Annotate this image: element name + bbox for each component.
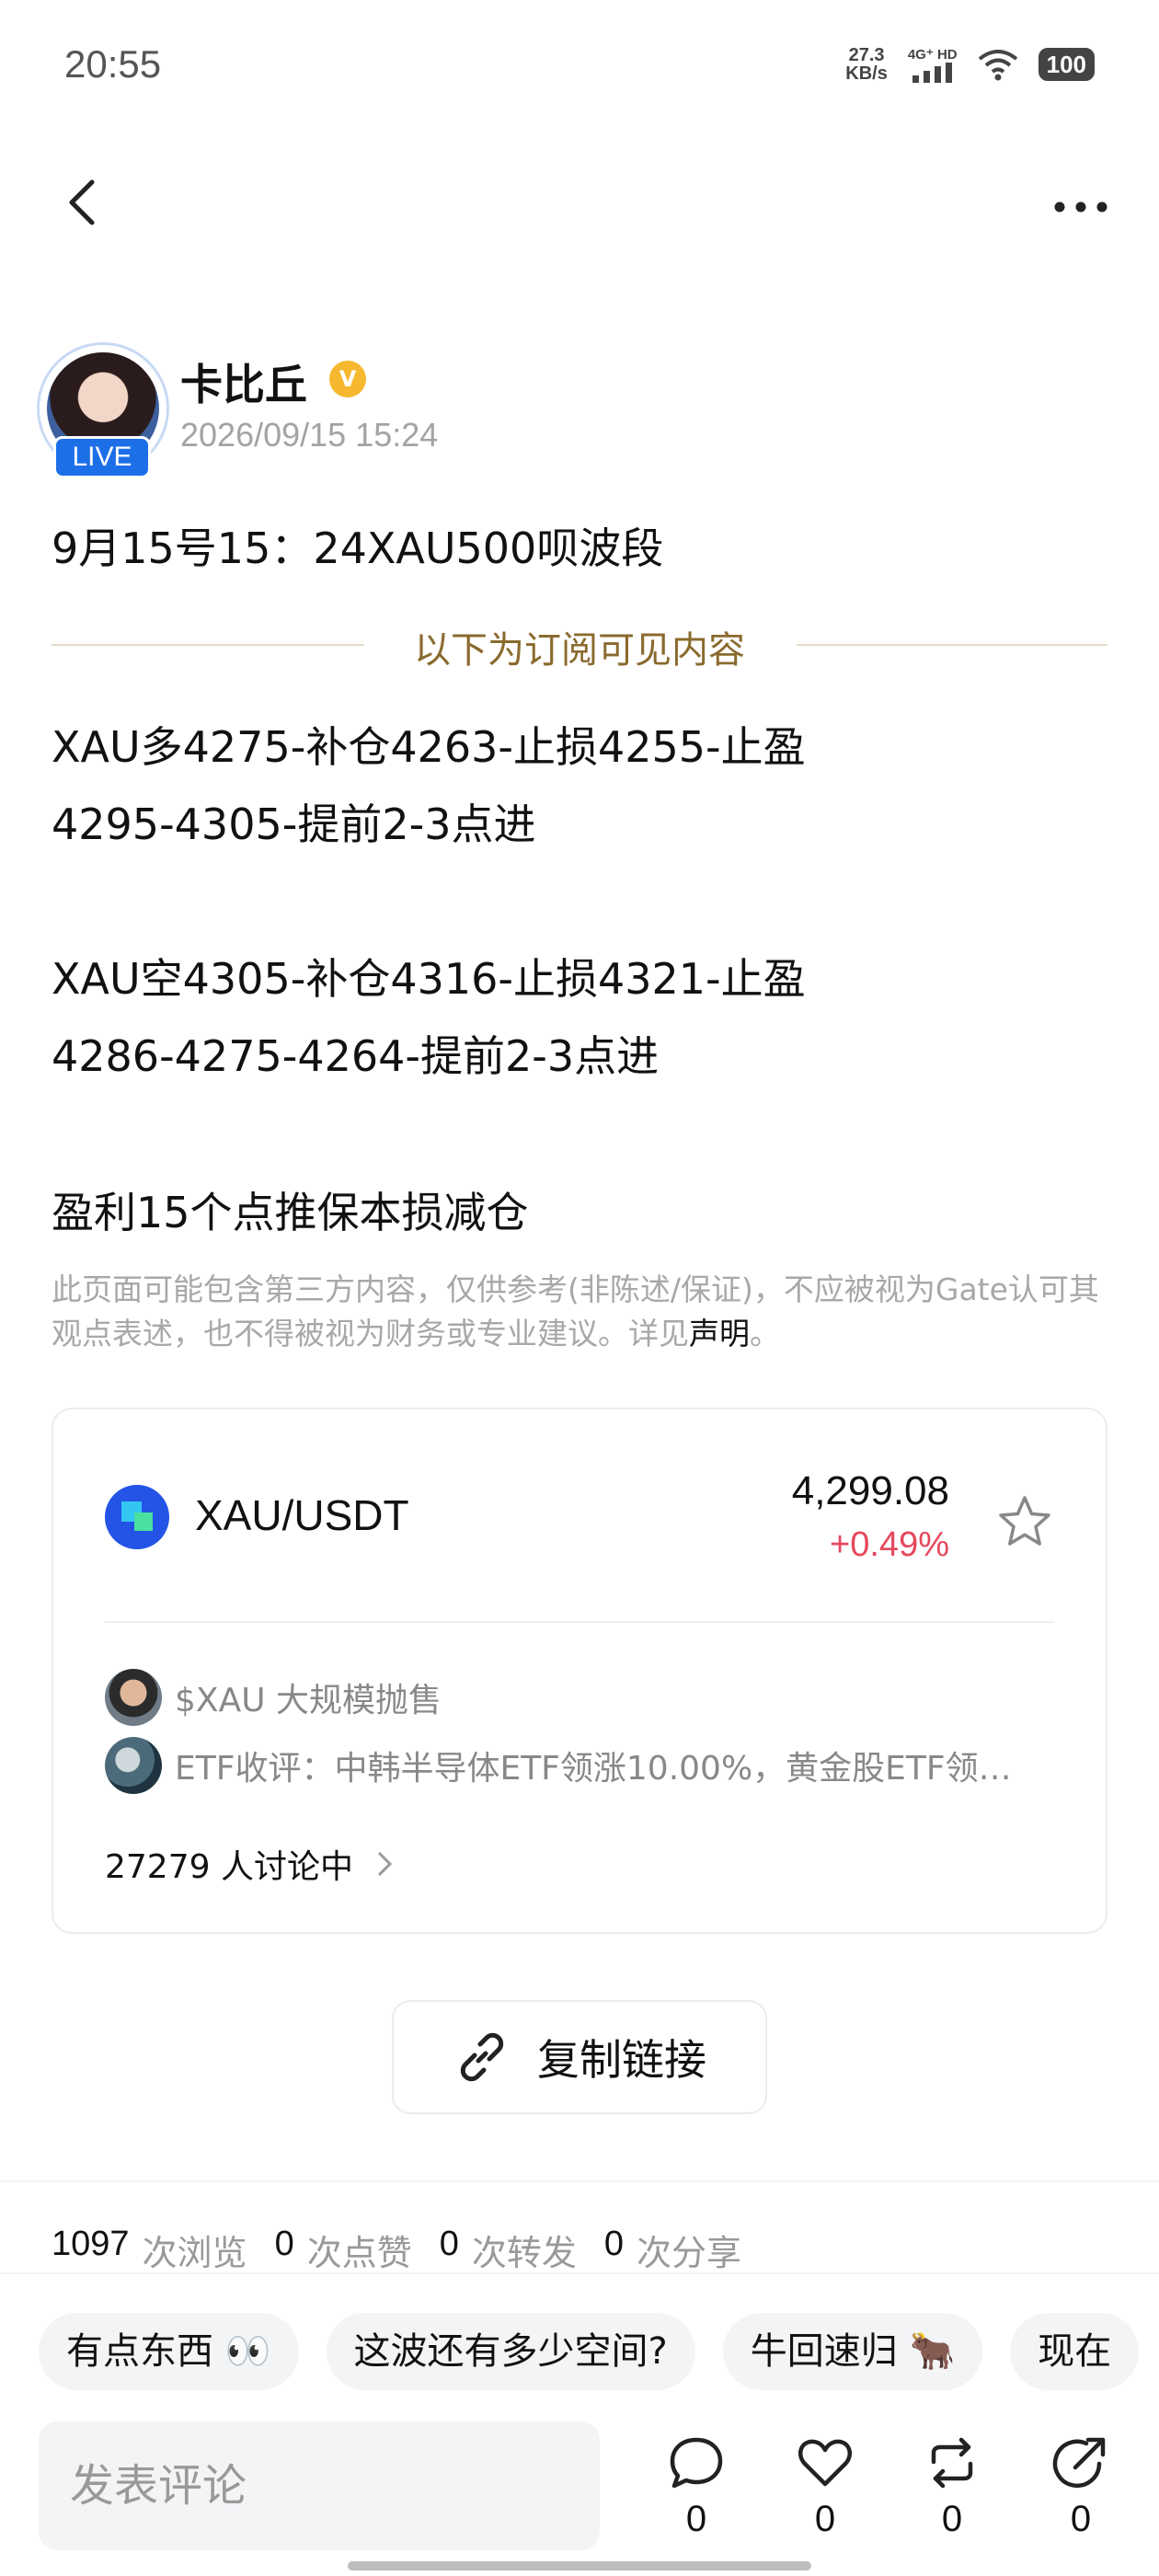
card-divider	[105, 1621, 1054, 1623]
content-line: 4295-4305-提前2-3点进	[52, 799, 536, 849]
pair-price: 4,299.08	[791, 1468, 949, 1513]
quick-reply-chip[interactable]: 现在	[1010, 2313, 1140, 2390]
back-arrow-icon[interactable]	[55, 175, 110, 230]
like-button[interactable]: 0	[784, 2434, 866, 2540]
comment-button[interactable]: 0	[655, 2434, 738, 2540]
views-label: 次浏览	[142, 2233, 247, 2273]
copy-link-label: 复制链接	[537, 2035, 706, 2085]
quick-reply-chip[interactable]: 有点东西 👀	[39, 2313, 299, 2390]
news-author-avatar	[105, 1669, 162, 1726]
likes-label: 次点赞	[306, 2233, 412, 2273]
views-count: 1097	[52, 2225, 130, 2263]
repost-icon	[931, 2437, 973, 2489]
disclaimer: 此页面可能包含第三方内容，仅供参考(非陈述/保证)，不应被视为Gate认可其观点…	[52, 1268, 1109, 1356]
post-stats: 1097 次浏览 0 次点赞 0 次转发 0 次分享	[52, 2225, 769, 2275]
home-indicator[interactable]	[348, 2561, 811, 2570]
signal-indicator: 4G⁺ HD	[908, 46, 958, 83]
disclaimer-end: 。	[750, 1316, 780, 1351]
discussion-count: 27279 人讨论中	[105, 1848, 353, 1886]
content-line: 4286-4275-4264-提前2-3点进	[52, 1031, 660, 1081]
chevron-right-icon	[377, 1851, 393, 1877]
shares-count: 0	[603, 2225, 625, 2263]
heart-icon	[798, 2439, 853, 2487]
content-line: XAU多4275-补仓4263-止损4255-止盈	[52, 722, 806, 772]
section-divider	[0, 2272, 1159, 2274]
repost-count: 0	[941, 2499, 963, 2539]
verified-badge-icon: V	[329, 361, 366, 397]
author-name[interactable]: 卡比丘	[180, 351, 307, 412]
content-line: XAU空4305-补仓4316-止损4321-止盈	[52, 954, 806, 1004]
live-badge[interactable]: LIVE	[53, 436, 151, 478]
disclaimer-link[interactable]: 声明	[689, 1316, 750, 1351]
copy-link-button[interactable]: 复制链接	[392, 2000, 767, 2114]
reposts-count: 0	[439, 2225, 459, 2263]
news-title: $XAU 大规模抛售	[175, 1682, 442, 1719]
status-icons: 27.3 KB/s 4G⁺ HD 100	[845, 46, 1095, 83]
network-speed-value: 27.3	[848, 45, 885, 65]
status-time: 20:55	[64, 42, 162, 86]
more-options-icon[interactable]	[1049, 184, 1113, 230]
xau-coin-icon	[105, 1485, 169, 1549]
share-count: 0	[1070, 2499, 1092, 2539]
post-timestamp: 2026/09/15 15:24	[180, 416, 439, 454]
wifi-icon	[978, 50, 1017, 81]
repost-button[interactable]: 0	[911, 2434, 993, 2540]
network-speed: 27.3 KB/s	[845, 46, 888, 83]
section-divider	[0, 2180, 1159, 2182]
link-icon	[460, 2032, 504, 2082]
pair-change: +0.49%	[830, 1525, 949, 1564]
subscription-label: 以下为订阅可见内容	[414, 629, 745, 672]
discussion-link[interactable]: 27279 人讨论中	[105, 1840, 394, 1888]
network-speed-unit: KB/s	[845, 63, 888, 84]
post-content: XAU多4275-补仓4263-止损4255-止盈 4295-4305-提前2-…	[52, 708, 1109, 1251]
like-count: 0	[814, 2499, 836, 2539]
comment-bubble-icon	[670, 2437, 723, 2489]
comment-input[interactable]: 发表评论	[39, 2421, 600, 2550]
quick-replies: 有点东西 👀 这波还有多少空间? 牛回速归 🐂 现在	[39, 2313, 1140, 2390]
quick-reply-chip[interactable]: 这波还有多少空间?	[326, 2313, 695, 2390]
favorite-star-icon[interactable]	[995, 1492, 1054, 1551]
likes-count: 0	[274, 2225, 294, 2263]
reposts-label: 次转发	[471, 2233, 577, 2273]
news-item[interactable]: ETF收评：中韩半导体ETF领涨10.00%，黄金股ETF领…	[105, 1737, 1061, 1794]
quick-reply-chip[interactable]: 牛回速归 🐂	[722, 2313, 983, 2390]
news-author-avatar	[105, 1737, 162, 1794]
share-icon	[1052, 2437, 1106, 2489]
news-item[interactable]: $XAU 大规模抛售	[105, 1669, 1061, 1726]
share-button[interactable]: 0	[1039, 2434, 1122, 2540]
trading-pair[interactable]: XAU/USDT	[195, 1490, 409, 1540]
signal-label: 4G⁺ HD	[907, 47, 958, 63]
battery-indicator: 100	[1038, 48, 1095, 81]
content-line: 盈利15个点推保本损减仓	[52, 1188, 529, 1237]
signal-bars-icon	[912, 63, 952, 83]
market-card[interactable]: XAU/USDT 4,299.08 +0.49% $XAU 大规模抛售 ETF收…	[52, 1408, 1107, 1934]
news-title: ETF收评：中韩半导体ETF领涨10.00%，黄金股ETF领…	[175, 1750, 1012, 1788]
disclaimer-text: 此页面可能包含第三方内容，仅供参考(非陈述/保证)，不应被视为Gate认可其观点…	[52, 1271, 1099, 1351]
comment-count: 0	[685, 2499, 707, 2539]
post-title: 9月15号15：24XAU500呗波段	[52, 523, 664, 573]
shares-label: 次分享	[637, 2233, 742, 2273]
